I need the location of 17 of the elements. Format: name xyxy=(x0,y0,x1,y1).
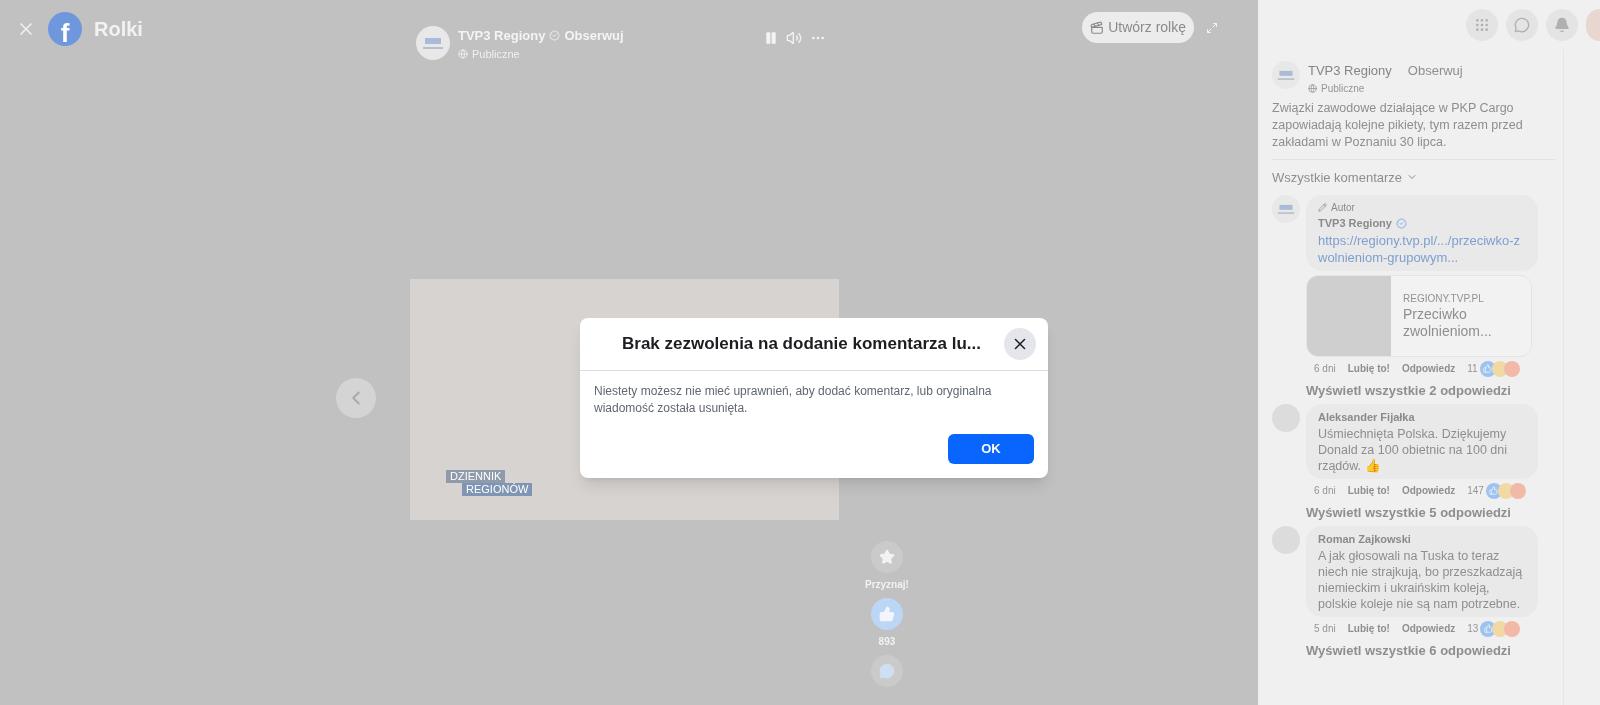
comment-text: Uśmiechnięta Polska. Dziękujemy Donald za 100 obietnic na 100 dni rządów. 👍 xyxy=(1318,425,1509,474)
comment-age: 5 dni xyxy=(1314,622,1336,636)
preview-title: Przeciwko zwolnieniom... xyxy=(1403,306,1493,340)
comment-text: A jak głosowali na Tuska to teraz niech nie strajkują, bo przeszkadzają niemieckim i ukraińskim koleją, polskie koleje nie są nam potrzebne. xyxy=(1318,547,1524,612)
video-caption: REGIONÓW xyxy=(462,483,533,496)
reaction-count: 13 xyxy=(1467,622,1479,636)
reaction-count: 11 xyxy=(1467,362,1478,376)
audience-label: Publiczne xyxy=(1321,81,1365,96)
video-caption: DZIENNIK xyxy=(446,470,506,483)
preview-domain: REGIONY.TVP.PL xyxy=(1403,292,1485,306)
reaction-count: 147 xyxy=(1467,484,1484,498)
comment-age: 6 dni xyxy=(1314,484,1336,498)
author-label: Autor xyxy=(1331,201,1355,215)
dialog-message: Niestety możesz nie mieć uprawnień, aby dodać komentarz, lub oryginalna wiadomość została usunięta. xyxy=(593,383,993,417)
post-text: Związki zawodowe działające w PKP Cargo zapowiadają kolejne pikiety, tym razem przed zakładami w Poznaniu 30 lipca. xyxy=(1272,99,1524,151)
dialog-title: Brak zezwolenia na dodanie komentarza lu... xyxy=(622,333,981,356)
comment-age: 6 dni xyxy=(1314,362,1336,376)
